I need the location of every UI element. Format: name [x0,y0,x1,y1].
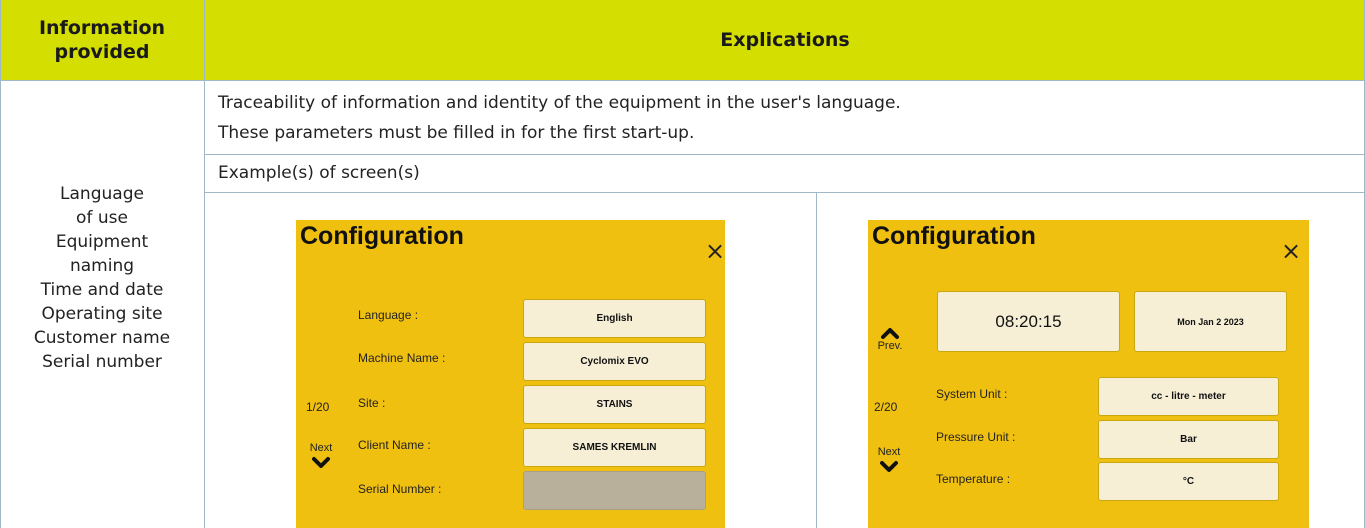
next-button[interactable]: Next [872,446,906,490]
next-label: Next [309,442,333,454]
information-provided-list: Language of use Equipment naming Time an… [4,182,200,374]
next-button[interactable]: Next [304,442,338,486]
left-item: Language [60,184,144,204]
system-unit-field[interactable]: cc - litre - meter [1098,377,1279,416]
configuration-screen-2: Configuration × 08:20:15 Mon Jan 2 2023 … [868,220,1309,528]
screen-title: Configuration [300,222,464,250]
left-item: Operating site [41,304,163,324]
chevron-up-icon [881,328,899,339]
prev-label: Prev. [877,340,903,352]
example-heading: Example(s) of screen(s) [218,163,420,183]
grid-line-text-bottom [204,154,1365,155]
field-label-pressure-unit: Pressure Unit : [936,430,1016,444]
close-icon[interactable]: × [1281,239,1301,263]
field-label-machine-name: Machine Name : [358,351,446,365]
left-item: of use [76,208,128,228]
time-field[interactable]: 08:20:15 [937,291,1120,352]
next-label: Next [877,446,901,458]
header-col1-text: Information provided [38,17,166,63]
field-label-serial-number: Serial Number : [358,482,442,496]
field-label-client-name: Client Name : [358,438,431,452]
close-icon[interactable]: × [705,239,725,263]
explication-line-2: These parameters must be filled in for t… [218,123,695,143]
configuration-screen-1: Configuration × Language : English Machi… [296,220,725,528]
field-label-system-unit: System Unit : [936,387,1008,401]
site-field[interactable]: STAINS [523,385,706,424]
field-label-site: Site : [358,396,386,410]
temperature-field[interactable]: °C [1098,462,1279,501]
page-indicator: 1/20 [306,400,330,414]
field-label-language: Language : [358,308,419,322]
header-col2-text: Explications [720,29,850,51]
prev-button[interactable]: Prev. [872,326,908,370]
header-information-provided: Information provided [0,0,204,80]
grid-line-example-bottom [204,192,1365,193]
header-explications: Explications [205,0,1365,80]
explication-line-1: Traceability of information and identity… [218,93,901,113]
pressure-unit-field[interactable]: Bar [1098,420,1279,459]
grid-line-header-bottom [0,80,1365,81]
left-item: naming [69,256,135,276]
left-item: Time and date [40,280,164,300]
page-indicator: 2/20 [874,400,898,414]
left-item: Customer name [33,328,171,348]
machine-name-field[interactable]: Cyclomix EVO [523,342,706,381]
screen-title: Configuration [872,222,1036,250]
left-item: Equipment [55,232,149,252]
chevron-down-icon [312,457,330,468]
date-field[interactable]: Mon Jan 2 2023 [1134,291,1287,352]
grid-line-screens-divider [816,192,817,528]
language-field[interactable]: English [523,299,706,338]
field-label-temperature: Temperature : [936,472,1011,486]
serial-number-field[interactable] [523,471,706,510]
left-item: Serial number [42,352,162,372]
chevron-down-icon [880,461,898,472]
client-name-field[interactable]: SAMES KREMLIN [523,428,706,467]
